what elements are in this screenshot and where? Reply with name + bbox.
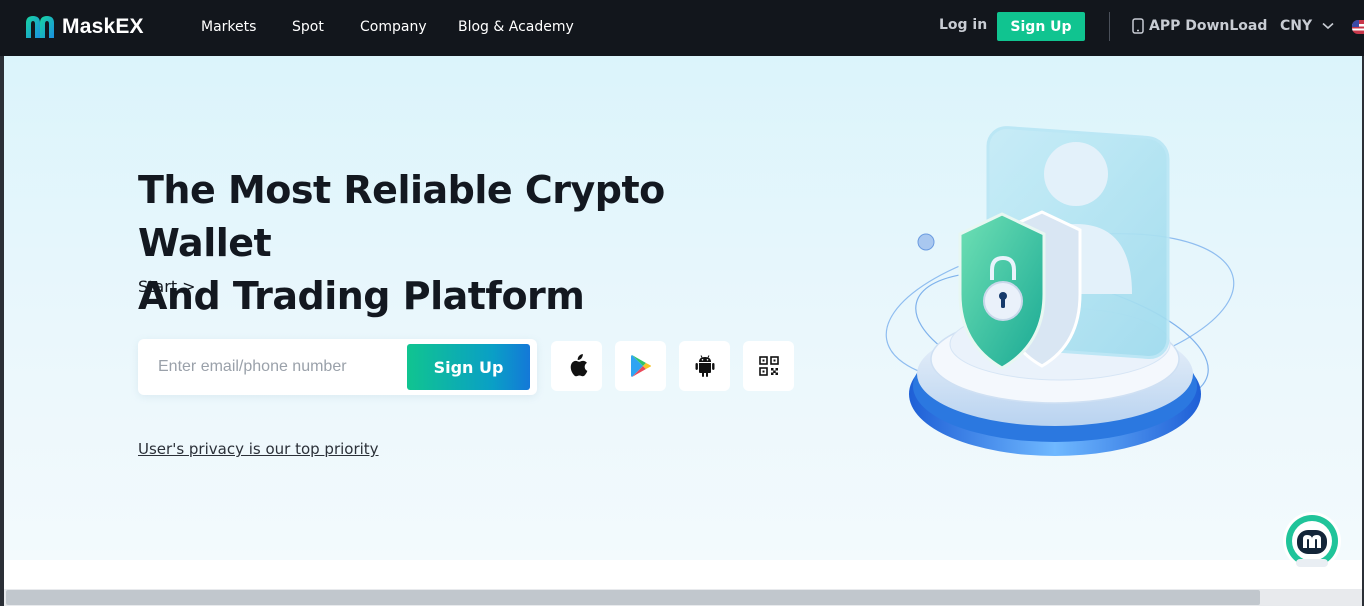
brand-name: MaskEX — [62, 15, 144, 38]
header-divider — [1109, 12, 1110, 41]
google-play-icon — [630, 355, 651, 377]
hero-title-line2: And Trading Platform — [138, 274, 585, 318]
apple-icon — [570, 354, 587, 377]
hero-title-line1: The Most Reliable Crypto Wallet — [138, 168, 665, 265]
android-icon — [695, 355, 714, 377]
support-chat-icon[interactable] — [1282, 511, 1342, 571]
privacy-link[interactable]: User's privacy is our top priority — [138, 440, 379, 458]
nav-blog-academy[interactable]: Blog & Academy — [458, 19, 574, 35]
apple-download-button[interactable] — [551, 341, 602, 391]
brand-logo[interactable]: MaskEX — [24, 12, 144, 42]
login-link[interactable]: Log in — [939, 17, 987, 33]
qr-code-button[interactable] — [743, 341, 794, 391]
left-edge — [0, 56, 4, 606]
nav-spot[interactable]: Spot — [292, 19, 324, 35]
nav-markets[interactable]: Markets — [201, 19, 256, 35]
app-download-link[interactable]: APP DownLoad — [1132, 18, 1267, 34]
phone-icon — [1132, 18, 1144, 34]
top-navbar: MaskEX Markets Spot Company Blog & Acade… — [0, 0, 1364, 56]
google-play-download-button[interactable] — [615, 341, 666, 391]
signup-form: Sign Up — [138, 339, 537, 395]
scrollbar-thumb[interactable] — [6, 590, 1260, 605]
chevron-down-icon — [1322, 22, 1334, 30]
hero-signup-button[interactable]: Sign Up — [407, 344, 530, 390]
currency-label: CNY — [1280, 18, 1313, 34]
hero-title: The Most Reliable Crypto Wallet And Trad… — [138, 164, 758, 323]
security-shield-illustration — [885, 126, 1235, 456]
start-link[interactable]: Start > — [138, 277, 196, 296]
language-flag-icon[interactable] — [1352, 20, 1364, 34]
maskex-logo-icon — [26, 16, 54, 38]
nav-company[interactable]: Company — [360, 19, 427, 35]
android-download-button[interactable] — [679, 341, 730, 391]
qr-code-icon — [758, 356, 779, 376]
app-download-label: APP DownLoad — [1149, 18, 1268, 34]
header-signup-button[interactable]: Sign Up — [997, 12, 1085, 41]
currency-selector[interactable]: CNY — [1280, 18, 1334, 34]
page: MaskEX Markets Spot Company Blog & Acade… — [0, 0, 1364, 606]
email-phone-input[interactable] — [158, 355, 398, 379]
